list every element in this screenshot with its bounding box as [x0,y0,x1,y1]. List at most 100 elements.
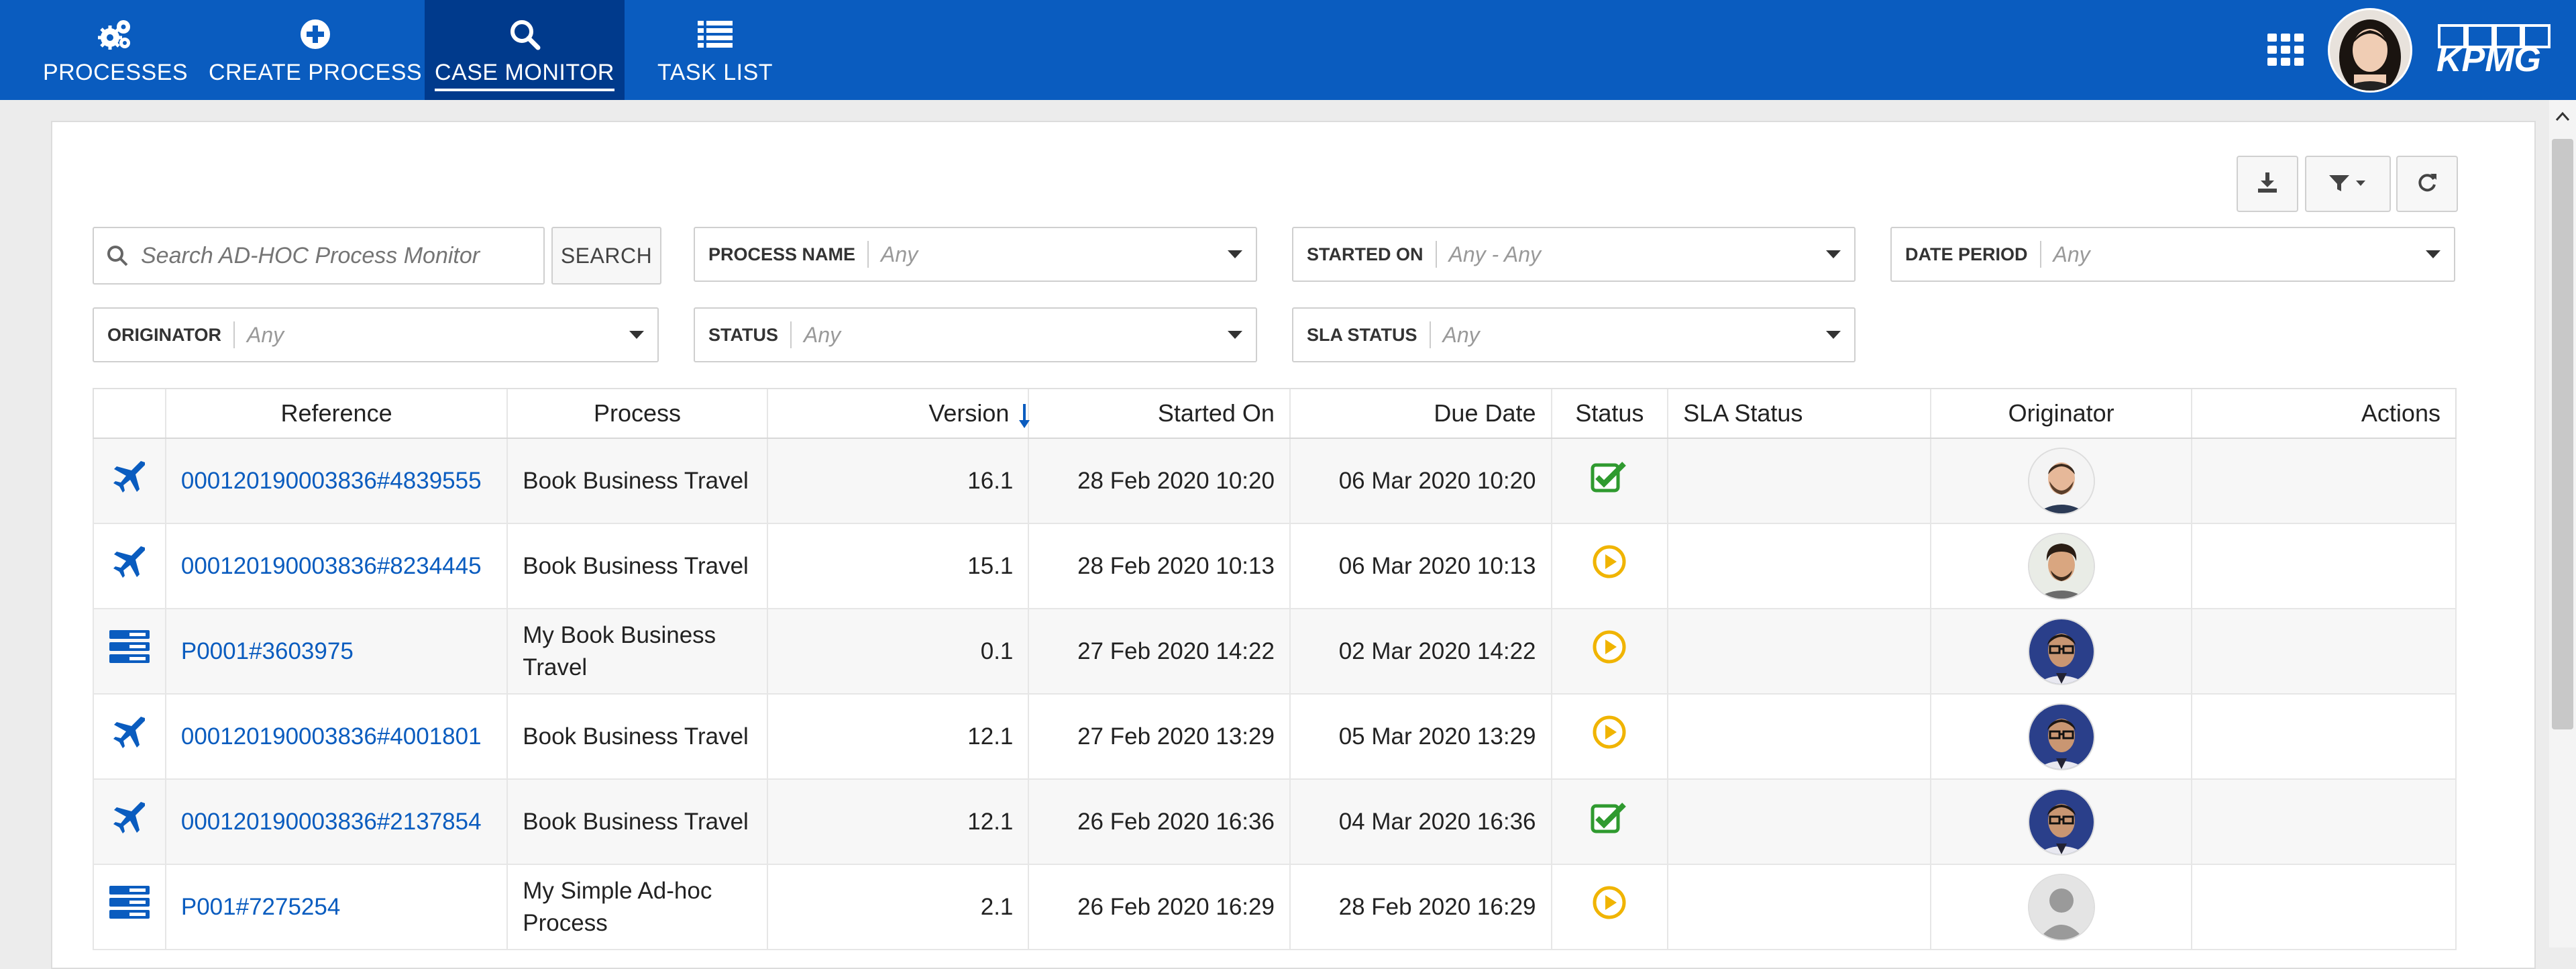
column-header-started-on[interactable]: Started On [1029,389,1291,438]
search-input[interactable] [140,242,518,270]
filter-label: STARTED ON [1307,244,1424,264]
originator-avatar[interactable] [2027,447,2095,515]
refresh-icon [2416,171,2438,197]
originator-avatar[interactable] [2027,532,2095,600]
filter-value: Any [881,242,918,266]
filter-separator [233,321,235,348]
originator-avatar[interactable] [2027,703,2095,770]
date-period-filter[interactable]: DATE PERIOD Any [1890,227,2455,282]
version-cell: 12.1 [768,780,1030,864]
status-cell [1552,865,1669,949]
sla-status-cell [1668,524,1931,608]
nav-case-monitor[interactable]: CASE MONITOR [425,0,625,100]
sla-status-cell [1668,780,1931,864]
filter-menu-button[interactable] [2305,156,2391,212]
column-header-type [94,389,166,438]
process-name-cell: Book Business Travel [508,524,768,608]
list-icon [695,14,735,54]
column-header-version[interactable]: Version [768,389,1030,438]
version-cell: 0.1 [768,609,1030,693]
column-header-reference[interactable]: Reference [166,389,508,438]
sla-status-cell [1668,439,1931,523]
status-cell [1552,780,1669,864]
table-row[interactable]: P001#7275254 My Simple Ad-hoc Process 2.1 2… [93,865,2457,950]
play-circle-icon [1592,715,1627,758]
filter-value: Any [247,322,284,347]
airplane-icon [111,714,148,759]
started-on-filter[interactable]: STARTED ON Any - Any [1292,227,1856,282]
gears-icon [95,14,136,54]
refresh-button[interactable] [2396,156,2458,212]
started-on-cell: 27 Feb 2020 13:29 [1029,695,1291,778]
process-name-cell: Book Business Travel [508,695,768,778]
originator-avatar[interactable] [2027,873,2095,941]
scroll-up-icon[interactable] [2555,109,2571,125]
filter-value: Any [2053,242,2090,266]
reference-link[interactable]: P001#7275254 [166,865,508,949]
chevron-down-icon [2426,250,2440,258]
page-scrollbar[interactable] [2549,100,2576,948]
column-header-sla-status[interactable]: SLA Status [1668,389,1931,438]
process-type-cell [94,695,166,778]
search-button[interactable]: SEARCH [551,227,661,285]
table-row[interactable]: 000120190003836#4001801 Book Business Tra… [93,695,2457,780]
originator-cell [1931,609,2193,693]
due-date-cell: 06 Mar 2020 10:20 [1291,439,1552,523]
table-row[interactable]: 000120190003836#8234445 Book Business Tra… [93,524,2457,609]
actions-cell [2192,865,2455,949]
reference-link[interactable]: 000120190003836#8234445 [166,524,508,608]
originator-avatar[interactable] [2027,788,2095,856]
originator-cell [1931,524,2193,608]
sla-status-filter[interactable]: SLA STATUS Any [1292,307,1856,362]
nav-task-list-label: TASK LIST [657,60,773,85]
process-name-filter[interactable]: PROCESS NAME Any [694,227,1257,282]
version-cell: 2.1 [768,865,1030,949]
process-type-cell [94,439,166,523]
process-name-cell: My Simple Ad-hoc Process [508,865,768,949]
filter-separator [1435,241,1437,268]
chevron-down-icon [1228,250,1242,258]
scrollbar-thumb[interactable] [2552,139,2573,729]
reference-link[interactable]: P0001#3603975 [166,609,508,693]
column-header-version-label: Version [928,399,1010,427]
table-row[interactable]: 000120190003836#2137854 Book Business Tra… [93,780,2457,865]
table-row[interactable]: 000120190003836#4839555 Book Business Tra… [93,439,2457,524]
download-button[interactable] [2237,156,2298,212]
reference-link[interactable]: 000120190003836#4839555 [166,439,508,523]
reference-link[interactable]: 000120190003836#4001801 [166,695,508,778]
filter-label: DATE PERIOD [1905,244,2028,264]
play-circle-icon [1592,544,1627,588]
user-avatar[interactable] [2328,8,2412,93]
actions-cell [2192,780,2455,864]
reference-link[interactable]: 000120190003836#2137854 [166,780,508,864]
actions-cell [2192,524,2455,608]
started-on-cell: 28 Feb 2020 10:20 [1029,439,1291,523]
status-filter[interactable]: STATUS Any [694,307,1257,362]
status-cell [1552,439,1669,523]
column-header-due-date[interactable]: Due Date [1291,389,1552,438]
filter-dropdown-icon [2326,171,2369,197]
due-date-cell: 28 Feb 2020 16:29 [1291,865,1552,949]
column-header-originator[interactable]: Originator [1931,389,2193,438]
filter-label: SLA STATUS [1307,324,1417,345]
table-header: Reference Process Version Started On Due… [93,388,2457,439]
grid-apps-icon[interactable] [2267,34,2304,66]
due-date-cell: 06 Mar 2020 10:13 [1291,524,1552,608]
column-header-process[interactable]: Process [508,389,768,438]
filter-separator [1429,321,1431,348]
process-name-cell: Book Business Travel [508,780,768,864]
originator-filter[interactable]: ORIGINATOR Any [93,307,659,362]
originator-avatar[interactable] [2027,617,2095,685]
nav-create-process[interactable]: CREATE PROCESS [209,0,422,100]
column-header-status[interactable]: Status [1552,389,1669,438]
airplane-icon [111,458,148,503]
nav-processes[interactable]: PROCESSES [43,0,188,100]
started-on-cell: 27 Feb 2020 14:22 [1029,609,1291,693]
table-row[interactable]: P0001#3603975 My Book Business Travel 0.1 2… [93,609,2457,695]
nav-task-list[interactable]: TASK LIST [648,0,782,100]
nav-processes-label: PROCESSES [42,60,189,85]
started-on-cell: 26 Feb 2020 16:29 [1029,865,1291,949]
sort-descending-icon[interactable] [1017,403,1032,429]
airplane-icon [111,544,148,589]
originator-cell [1931,865,2193,949]
